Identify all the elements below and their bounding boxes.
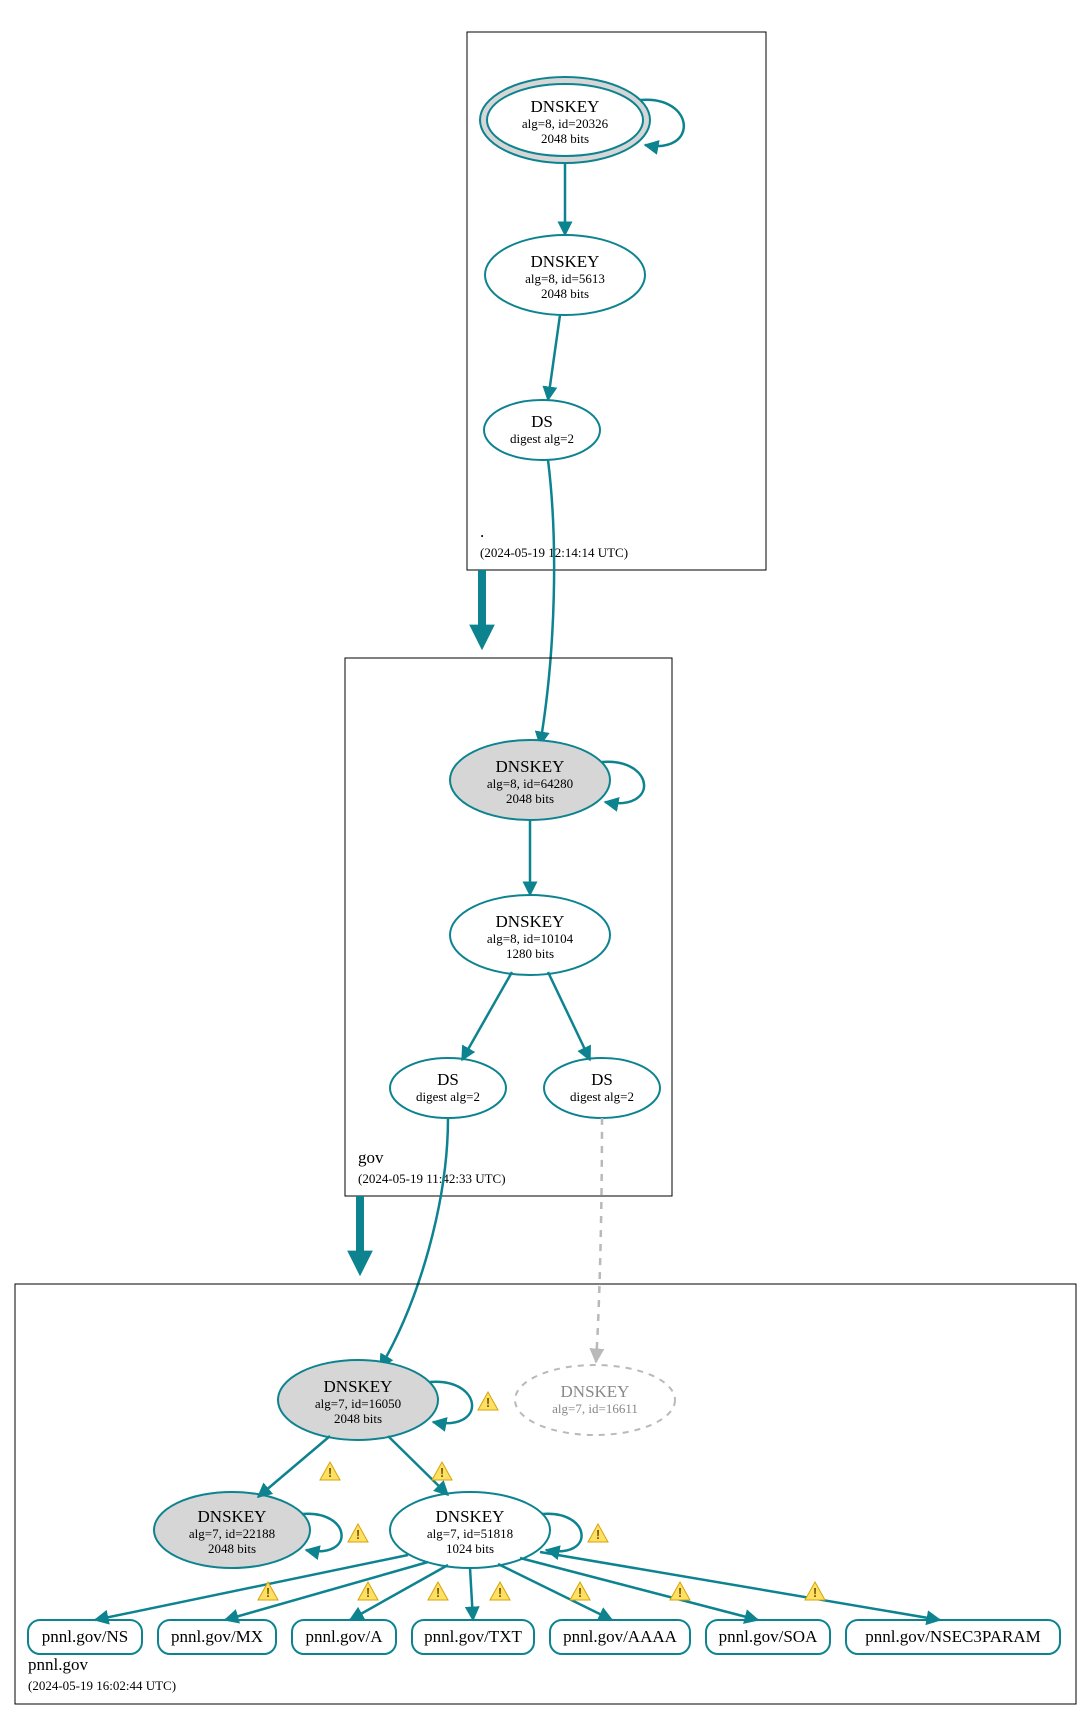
warning-icon: ! — [570, 1582, 590, 1600]
svg-text:pnnl.gov/AAAA: pnnl.gov/AAAA — [563, 1627, 678, 1646]
svg-text:digest alg=2: digest alg=2 — [510, 431, 574, 446]
edge-zsk-to-nsec — [540, 1552, 940, 1620]
svg-text:alg=7, id=16050: alg=7, id=16050 — [315, 1396, 401, 1411]
svg-text:pnnl.gov/A: pnnl.gov/A — [306, 1627, 384, 1646]
rr-ns: pnnl.gov/NS — [28, 1620, 142, 1654]
warning-icon: ! — [490, 1582, 510, 1600]
svg-text:!: ! — [678, 1585, 682, 1600]
warning-icon: ! — [670, 1582, 690, 1600]
rr-soa: pnnl.gov/SOA — [706, 1620, 830, 1654]
zone-gov-timestamp: (2024-05-19 11:42:33 UTC) — [358, 1171, 506, 1186]
edge-zsk-to-txt — [470, 1568, 473, 1620]
svg-text:!: ! — [596, 1527, 600, 1542]
svg-text:DNSKEY: DNSKEY — [324, 1377, 393, 1396]
svg-text:DS: DS — [437, 1070, 459, 1089]
svg-text:!: ! — [266, 1585, 270, 1600]
node-pnnl-ksk: DNSKEY alg=7, id=16050 2048 bits — [278, 1360, 438, 1440]
zone-root: . (2024-05-19 12:14:14 UTC) DNSKEY alg=8… — [467, 32, 766, 570]
svg-text:2048 bits: 2048 bits — [541, 286, 589, 301]
svg-text:2048 bits: 2048 bits — [208, 1541, 256, 1556]
edge-gov-zsk-to-ds2 — [548, 972, 590, 1060]
svg-text:!: ! — [366, 1585, 370, 1600]
svg-text:DNSKEY: DNSKEY — [531, 252, 600, 271]
zone-root-name: . — [480, 522, 484, 541]
svg-text:2048 bits: 2048 bits — [506, 791, 554, 806]
svg-text:!: ! — [578, 1585, 582, 1600]
warning-icon: ! — [358, 1582, 378, 1600]
edge-pnnl-ksk-to-ksk2 — [258, 1436, 330, 1497]
node-gov-zsk: DNSKEY alg=8, id=10104 1280 bits — [450, 895, 610, 975]
warning-icon: ! — [588, 1524, 608, 1542]
node-gov-ds1: DS digest alg=2 — [390, 1058, 506, 1118]
svg-text:alg=8, id=10104: alg=8, id=10104 — [487, 931, 574, 946]
dnssec-diagram: . (2024-05-19 12:14:14 UTC) DNSKEY alg=8… — [0, 0, 1091, 1721]
svg-text:alg=7, id=22188: alg=7, id=22188 — [189, 1526, 275, 1541]
edge-gov-ds2-to-pnnl-ghost — [596, 1118, 602, 1362]
node-root-ksk: DNSKEY alg=8, id=20326 2048 bits — [480, 77, 650, 163]
warning-icon: ! — [805, 1582, 825, 1600]
svg-text:DNSKEY: DNSKEY — [531, 97, 600, 116]
zone-pnnl: pnnl.gov (2024-05-19 16:02:44 UTC) DNSKE… — [15, 1284, 1076, 1704]
svg-text:pnnl.gov/NS: pnnl.gov/NS — [42, 1627, 128, 1646]
svg-text:!: ! — [328, 1465, 332, 1480]
svg-text:digest alg=2: digest alg=2 — [570, 1089, 634, 1104]
svg-text:!: ! — [498, 1585, 502, 1600]
node-root-zsk: DNSKEY alg=8, id=5613 2048 bits — [485, 235, 645, 315]
zone-pnnl-timestamp: (2024-05-19 16:02:44 UTC) — [28, 1678, 176, 1693]
edge-root-ds-to-gov-ksk — [540, 460, 554, 745]
svg-text:alg=7, id=51818: alg=7, id=51818 — [427, 1526, 513, 1541]
svg-text:!: ! — [486, 1395, 490, 1410]
warning-icon: ! — [320, 1462, 340, 1480]
node-root-ds: DS digest alg=2 — [484, 400, 600, 460]
svg-text:pnnl.gov/SOA: pnnl.gov/SOA — [719, 1627, 818, 1646]
rr-a: pnnl.gov/A — [292, 1620, 396, 1654]
svg-text:alg=7, id=16611: alg=7, id=16611 — [552, 1401, 638, 1416]
svg-text:alg=8, id=20326: alg=8, id=20326 — [522, 116, 609, 131]
node-pnnl-ghost: DNSKEY alg=7, id=16611 — [515, 1365, 675, 1435]
svg-text:!: ! — [356, 1527, 360, 1542]
svg-text:1280 bits: 1280 bits — [506, 946, 554, 961]
svg-text:DNSKEY: DNSKEY — [496, 757, 565, 776]
svg-text:DNSKEY: DNSKEY — [436, 1507, 505, 1526]
svg-text:alg=8, id=64280: alg=8, id=64280 — [487, 776, 573, 791]
svg-text:pnnl.gov/TXT: pnnl.gov/TXT — [424, 1627, 522, 1646]
node-gov-ksk: DNSKEY alg=8, id=64280 2048 bits — [450, 740, 610, 820]
svg-text:2048 bits: 2048 bits — [334, 1411, 382, 1426]
edge-zsk-to-aaaa — [498, 1564, 612, 1620]
svg-text:DS: DS — [591, 1070, 613, 1089]
svg-text:1024 bits: 1024 bits — [446, 1541, 494, 1556]
svg-text:pnnl.gov/MX: pnnl.gov/MX — [171, 1627, 263, 1646]
svg-text:DNSKEY: DNSKEY — [198, 1507, 267, 1526]
zone-gov-name: gov — [358, 1148, 384, 1167]
edge-zsk-to-soa — [520, 1558, 758, 1620]
rr-mx: pnnl.gov/MX — [158, 1620, 276, 1654]
warning-icon: ! — [348, 1524, 368, 1542]
svg-text:pnnl.gov/NSEC3PARAM: pnnl.gov/NSEC3PARAM — [865, 1627, 1041, 1646]
svg-text:DS: DS — [531, 412, 553, 431]
rr-nsec3param: pnnl.gov/NSEC3PARAM — [846, 1620, 1060, 1654]
edge-gov-zsk-to-ds1 — [462, 972, 512, 1060]
zone-pnnl-name: pnnl.gov — [28, 1655, 88, 1674]
edge-root-zsk-to-ds — [548, 315, 560, 400]
svg-text:DNSKEY: DNSKEY — [561, 1382, 630, 1401]
warning-icon: ! — [478, 1392, 498, 1410]
node-gov-ds2: DS digest alg=2 — [544, 1058, 660, 1118]
svg-text:alg=8, id=5613: alg=8, id=5613 — [525, 271, 605, 286]
warning-icon: ! — [428, 1582, 448, 1600]
zone-gov: gov (2024-05-19 11:42:33 UTC) DNSKEY alg… — [345, 658, 672, 1196]
rr-aaaa: pnnl.gov/AAAA — [550, 1620, 690, 1654]
svg-text:digest alg=2: digest alg=2 — [416, 1089, 480, 1104]
svg-text:DNSKEY: DNSKEY — [496, 912, 565, 931]
svg-text:2048 bits: 2048 bits — [541, 131, 589, 146]
node-pnnl-zsk: DNSKEY alg=7, id=51818 1024 bits — [390, 1492, 550, 1568]
node-pnnl-ksk2: DNSKEY alg=7, id=22188 2048 bits — [154, 1492, 310, 1568]
rrset-row: pnnl.gov/NS pnnl.gov/MX pnnl.gov/A pnnl.… — [28, 1620, 1060, 1654]
warning-icon: ! — [432, 1462, 452, 1480]
rr-txt: pnnl.gov/TXT — [412, 1620, 534, 1654]
edge-gov-ds1-to-pnnl-ksk — [380, 1118, 448, 1368]
svg-text:!: ! — [440, 1465, 444, 1480]
svg-text:!: ! — [436, 1585, 440, 1600]
svg-text:!: ! — [813, 1585, 817, 1600]
